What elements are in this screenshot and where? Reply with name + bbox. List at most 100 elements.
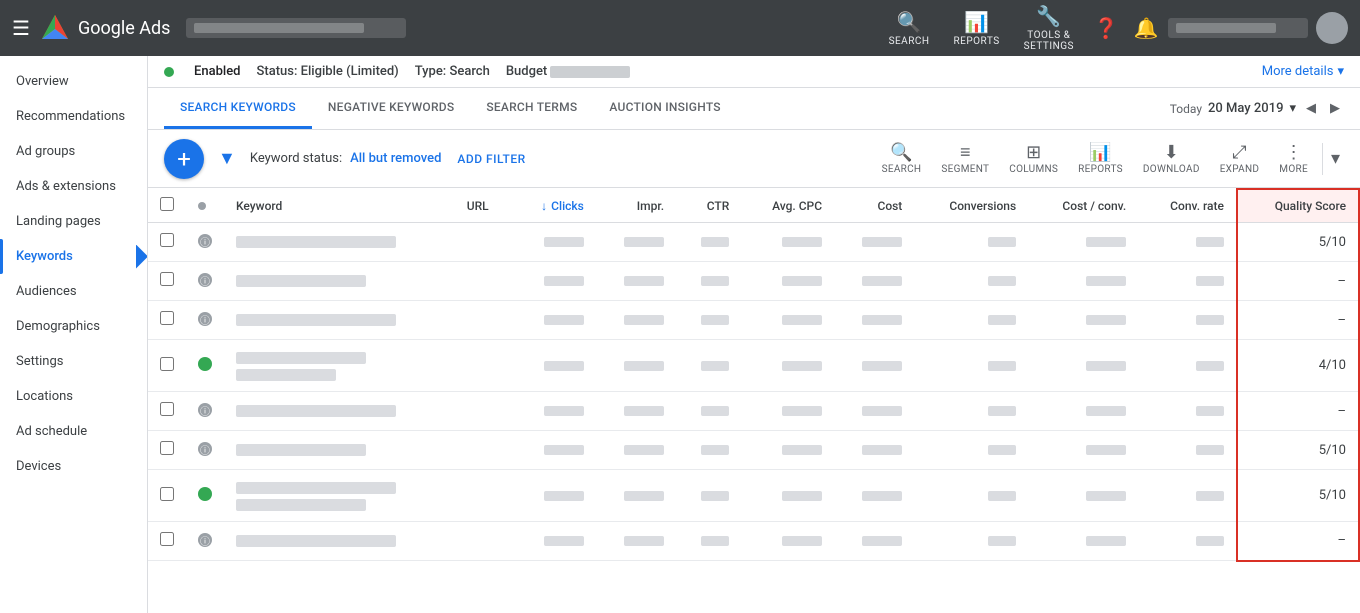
sidebar-item-settings[interactable]: Settings [0, 344, 147, 379]
row-keyword-cell[interactable] [224, 431, 455, 470]
ctr-value [701, 536, 729, 546]
avg-cpc-value [782, 361, 822, 371]
row-quality-score-cell: – [1237, 301, 1359, 340]
row-keyword-cell[interactable] [224, 223, 455, 262]
row-clicks-cell [512, 262, 596, 301]
conv-rate-column-header[interactable]: Conv. rate [1138, 189, 1237, 223]
row-checkbox-cell[interactable] [148, 522, 186, 561]
logo: Google Ads [40, 13, 170, 43]
tab-auction-insights[interactable]: AUCTION INSIGHTS [593, 88, 736, 129]
toolbar-more-button[interactable]: ⋮ MORE [1269, 138, 1318, 179]
filter-icon[interactable]: ▼ [212, 142, 242, 175]
nav-reports-button[interactable]: 📊 REPORTS [944, 6, 1010, 51]
avg-cpc-value [782, 536, 822, 546]
toolbar-segment-button[interactable]: ≡ SEGMENT [931, 138, 999, 179]
sidebar-item-ads-extensions[interactable]: Ads & extensions [0, 169, 147, 204]
nav-icon-group: 🔍 SEARCH 📊 REPORTS 🔧 TOOLS & SETTINGS ❓ … [879, 0, 1348, 56]
row-checkbox-cell[interactable] [148, 262, 186, 301]
sidebar-item-overview[interactable]: Overview [0, 64, 147, 99]
hamburger-icon[interactable]: ☰ [12, 16, 30, 40]
row-checkbox-cell[interactable] [148, 301, 186, 340]
conv-rate-value [1196, 445, 1224, 455]
sidebar-item-locations[interactable]: Locations [0, 379, 147, 414]
row-checkbox-cell[interactable] [148, 223, 186, 262]
tab-search-keywords[interactable]: SEARCH KEYWORDS [164, 88, 312, 129]
sidebar-item-devices[interactable]: Devices [0, 449, 147, 484]
sidebar-item-landing-pages[interactable]: Landing pages [0, 204, 147, 239]
row-keyword-cell[interactable] [224, 522, 455, 561]
ctr-header-label: CTR [707, 199, 730, 213]
row-avg-cpc-cell [741, 470, 834, 522]
more-details-button[interactable]: More details ▾ [1262, 64, 1344, 79]
toolbar-download-button[interactable]: ⬇ DOWNLOAD [1133, 138, 1210, 179]
tools-icon: 🔧 [1036, 4, 1061, 28]
keyword-column-header[interactable]: Keyword [224, 189, 455, 223]
conversions-column-header[interactable]: Conversions [914, 189, 1028, 223]
row-checkbox[interactable] [160, 357, 174, 371]
sidebar-item-recommendations[interactable]: Recommendations [0, 99, 147, 134]
cost-column-header[interactable]: Cost [834, 189, 914, 223]
toolbar-expand-button[interactable]: ⤢ EXPAND [1210, 138, 1270, 179]
add-filter-button[interactable]: ADD FILTER [449, 148, 533, 170]
row-status-icon: ⓘ [198, 234, 212, 248]
sidebar-item-ad-schedule[interactable]: Ad schedule [0, 414, 147, 449]
keyword-value [236, 314, 396, 326]
date-prev-button[interactable]: ◀ [1302, 97, 1320, 120]
row-checkbox[interactable] [160, 441, 174, 455]
row-keyword-cell[interactable] [224, 470, 455, 522]
row-checkbox[interactable] [160, 272, 174, 286]
notifications-button[interactable]: 🔔 [1128, 10, 1164, 46]
sidebar-item-demographics[interactable]: Demographics [0, 309, 147, 344]
row-keyword-cell[interactable] [224, 262, 455, 301]
sidebar-item-label: Overview [16, 74, 69, 89]
campaign-search-bar[interactable] [186, 18, 406, 38]
row-checkbox-cell[interactable] [148, 470, 186, 522]
row-checkbox[interactable] [160, 532, 174, 546]
row-cost-cell [834, 301, 914, 340]
add-button[interactable]: + [164, 139, 204, 179]
toolbar-columns-button[interactable]: ⊞ COLUMNS [999, 138, 1068, 179]
toolbar-collapse-button[interactable]: ▾ [1327, 144, 1344, 173]
row-checkbox-cell[interactable] [148, 340, 186, 392]
table-row: ⓘ – [148, 392, 1359, 431]
row-checkbox[interactable] [160, 233, 174, 247]
clicks-column-header[interactable]: ↓Clicks [512, 189, 596, 223]
url-column-header[interactable]: URL [455, 189, 513, 223]
nav-search-button[interactable]: 🔍 SEARCH [879, 6, 940, 51]
tab-search-terms[interactable]: SEARCH TERMS [470, 88, 593, 129]
row-keyword-cell[interactable] [224, 392, 455, 431]
date-dropdown-icon[interactable]: ▾ [1289, 101, 1296, 116]
date-value[interactable]: 20 May 2019 [1208, 101, 1283, 116]
sidebar-item-audiences[interactable]: Audiences [0, 274, 147, 309]
row-url-cell [455, 392, 513, 431]
filter-value[interactable]: All but removed [350, 151, 441, 166]
row-checkbox[interactable] [160, 402, 174, 416]
avg-cpc-column-header[interactable]: Avg. CPC [741, 189, 834, 223]
sidebar-item-keywords[interactable]: Keywords [0, 239, 147, 274]
date-next-button[interactable]: ▶ [1326, 97, 1344, 120]
tab-negative-keywords[interactable]: NEGATIVE KEYWORDS [312, 88, 470, 129]
row-checkbox-cell[interactable] [148, 431, 186, 470]
ctr-column-header[interactable]: CTR [676, 189, 741, 223]
account-selector[interactable] [1168, 18, 1308, 38]
impr-column-header[interactable]: Impr. [596, 189, 676, 223]
cost-conv-column-header[interactable]: Cost / conv. [1028, 189, 1138, 223]
help-button[interactable]: ❓ [1088, 10, 1124, 46]
keyword-value [236, 535, 396, 547]
row-checkbox[interactable] [160, 311, 174, 325]
clicks-value [544, 237, 584, 247]
sidebar-item-ad-groups[interactable]: Ad groups [0, 134, 147, 169]
avatar[interactable] [1316, 12, 1348, 44]
row-keyword-cell[interactable] [224, 301, 455, 340]
select-all-checkbox[interactable] [160, 197, 174, 211]
budget-label: Budget [506, 64, 547, 79]
nav-tools-button[interactable]: 🔧 TOOLS & SETTINGS [1014, 0, 1084, 56]
row-checkbox[interactable] [160, 487, 174, 501]
row-checkbox-cell[interactable] [148, 392, 186, 431]
row-keyword-cell[interactable] [224, 340, 455, 392]
toolbar-search-button[interactable]: 🔍 SEARCH [872, 138, 932, 179]
select-all-checkbox-cell[interactable] [148, 189, 186, 223]
quality-score-column-header[interactable]: Quality Score [1237, 189, 1359, 223]
toolbar-reports-button[interactable]: 📊 REPORTS [1068, 138, 1133, 179]
impr-value [624, 491, 664, 501]
